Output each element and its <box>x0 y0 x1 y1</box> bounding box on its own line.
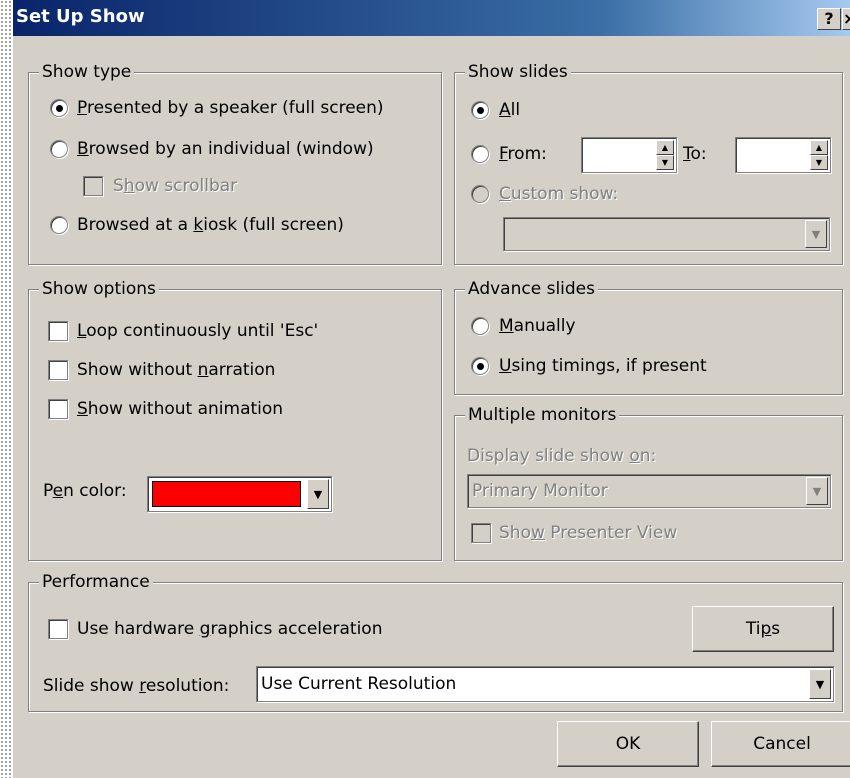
cancel-button[interactable]: Cancel <box>711 721 850 767</box>
label-display-slide-show-on: Display slide show on: <box>467 446 657 466</box>
dialog-title: Set Up Show <box>16 6 145 27</box>
show-options-legend: Show options <box>39 278 159 300</box>
label-presented-by-speaker[interactable]: Presented by a speaker (full screen) <box>77 97 384 119</box>
ok-button[interactable]: OK <box>557 721 699 767</box>
checkbox-loop-continuously[interactable] <box>48 321 68 341</box>
monitor-value: Primary Monitor <box>472 481 608 501</box>
label-show-scrollbar: Show scrollbar <box>113 176 238 196</box>
resolution-value: Use Current Resolution <box>261 674 457 694</box>
spin-down-icon[interactable]: ▼ <box>656 155 674 170</box>
close-button[interactable]: × <box>842 8 850 30</box>
label-from[interactable]: From: <box>499 143 547 165</box>
custom-show-select[interactable]: ▼ <box>503 217 830 251</box>
from-spinner[interactable]: ▲ ▼ <box>656 140 674 170</box>
advance-slides-group: Advance slides <box>454 278 843 395</box>
label-browsed-by-individual[interactable]: Browsed by an individual (window) <box>77 138 374 160</box>
to-spinner[interactable]: ▲ ▼ <box>810 140 828 170</box>
radio-presented-by-speaker[interactable] <box>50 99 68 117</box>
label-manually[interactable]: Manually <box>499 315 576 337</box>
checkbox-show-without-animation[interactable] <box>48 399 68 419</box>
label-to: To: <box>683 144 707 164</box>
label-slide-show-resolution: Slide show resolution: <box>43 676 230 696</box>
spin-down-icon[interactable]: ▼ <box>810 155 828 170</box>
advance-slides-legend: Advance slides <box>465 278 598 300</box>
label-show-without-animation[interactable]: Show without animation <box>77 398 283 420</box>
to-slide-input[interactable]: ▲ ▼ <box>735 137 831 173</box>
performance-legend: Performance <box>39 571 153 593</box>
radio-using-timings[interactable] <box>471 357 489 375</box>
title-bar: Set Up Show ? × <box>13 0 850 36</box>
chevron-down-icon[interactable]: ▼ <box>809 669 831 699</box>
checkbox-show-presenter-view[interactable] <box>471 523 491 543</box>
from-slide-input[interactable]: ▲ ▼ <box>581 137 677 173</box>
label-browsed-at-kiosk[interactable]: Browsed at a kiosk (full screen) <box>77 214 344 236</box>
spin-up-icon[interactable]: ▲ <box>656 140 674 155</box>
label-all-slides[interactable]: All <box>499 99 520 121</box>
radio-manually[interactable] <box>471 317 489 335</box>
set-up-show-dialog: Set Up Show ? × Show type Presented by a… <box>12 0 850 778</box>
resolution-select[interactable]: Use Current Resolution ▼ <box>256 666 834 702</box>
chevron-down-icon[interactable]: ▼ <box>805 220 827 248</box>
label-pen-color: Pen color: <box>43 481 127 501</box>
radio-custom-show[interactable] <box>471 185 489 203</box>
chevron-down-icon[interactable]: ▼ <box>806 477 828 505</box>
monitor-select[interactable]: Primary Monitor ▼ <box>467 474 831 508</box>
show-slides-legend: Show slides <box>465 61 571 83</box>
label-hardware-acceleration[interactable]: Use hardware graphics acceleration <box>77 618 382 640</box>
pen-color-swatch <box>152 481 301 507</box>
pen-color-picker[interactable]: ▼ <box>147 476 332 512</box>
spin-up-icon[interactable]: ▲ <box>810 140 828 155</box>
radio-browsed-at-kiosk[interactable] <box>50 216 68 234</box>
show-type-legend: Show type <box>39 61 135 83</box>
label-show-without-narration[interactable]: Show without narration <box>77 359 275 381</box>
multiple-monitors-legend: Multiple monitors <box>465 404 620 426</box>
label-loop-continuously[interactable]: Loop continuously until 'Esc' <box>77 320 318 342</box>
radio-all-slides[interactable] <box>471 101 489 119</box>
chevron-down-icon[interactable]: ▼ <box>307 479 329 509</box>
checkbox-show-without-narration[interactable] <box>48 360 68 380</box>
checkbox-show-scrollbar[interactable] <box>83 176 103 196</box>
label-using-timings[interactable]: Using timings, if present <box>499 355 707 377</box>
tips-button[interactable]: Tips <box>692 606 834 652</box>
checkbox-hardware-acceleration[interactable] <box>48 619 68 639</box>
background-pattern <box>0 0 12 778</box>
label-custom-show: Custom show: <box>499 184 619 204</box>
radio-browsed-by-individual[interactable] <box>50 140 68 158</box>
radio-from-slides[interactable] <box>471 145 489 163</box>
help-button[interactable]: ? <box>817 8 841 30</box>
label-show-presenter-view: Show Presenter View <box>499 523 678 543</box>
